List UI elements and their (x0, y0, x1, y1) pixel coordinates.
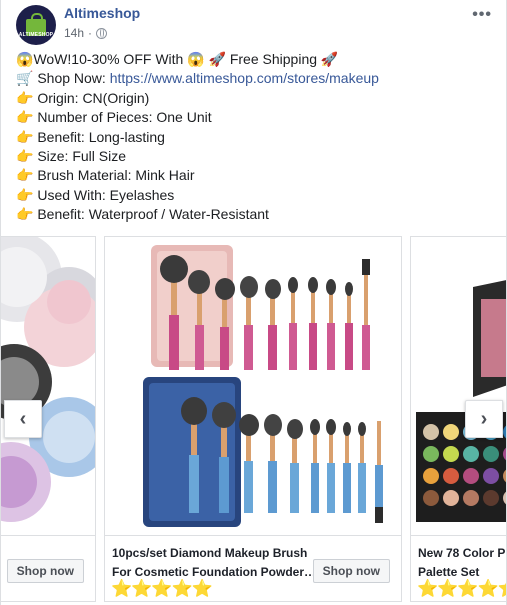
page-name[interactable]: Altimeshop (64, 5, 140, 21)
meta-separator: · (88, 26, 93, 40)
shop-link[interactable]: https://www.altimeshop.com/stores/makeup (110, 70, 379, 86)
chevron-left-icon[interactable]: ‹ (4, 400, 42, 438)
post-line-headline: 😱WoW!10-30% OFF With 😱 🚀 Free Shipping 🚀 (16, 51, 339, 67)
product-card-brushes[interactable]: 10pcs/set Diamond Makeup Brush For Cosme… (104, 236, 402, 602)
product-image-brushes[interactable] (105, 237, 401, 535)
globe-icon[interactable] (96, 27, 108, 39)
product-footer-brushes: 10pcs/set Diamond Makeup Brush For Cosme… (105, 535, 401, 603)
product-title-palette-line1: New 78 Color Pr (418, 546, 506, 560)
post-meta: 14h · (64, 26, 108, 40)
avatar-brand-text: ALTIMESHOP (18, 32, 54, 38)
product-carousel: Shop now 10pcs/set Diamond Makeup Brush … (1, 236, 506, 604)
post-line-benefit-2: 👉 Benefit: Waterproof / Water-Resistant (16, 206, 269, 223)
post-line-pieces: 👉 Number of Pieces: One Unit (16, 109, 212, 126)
shop-now-button-nails[interactable]: Shop now (6, 559, 84, 583)
post-line-benefit: 👉 Benefit: Long-lasting (16, 128, 165, 145)
post-line-origin: 👉 Origin: CN(Origin) (16, 89, 150, 106)
chevron-right-icon[interactable]: › (465, 400, 503, 438)
post-line-size: 👉 Size: Full Size (16, 148, 127, 165)
product-image-nails[interactable] (1, 237, 95, 535)
shop-now-button-brushes[interactable]: Shop now (312, 559, 390, 583)
product-title-brushes-line1: 10pcs/set Diamond Makeup Brush (112, 546, 308, 560)
rating-stars-brushes: ⭐⭐⭐⭐⭐ (111, 579, 213, 598)
facebook-post: ALTIMESHOP Altimeshop 14h · ••• 😱WoW!10-… (0, 0, 507, 605)
product-image-palette[interactable] (411, 237, 506, 535)
page-avatar[interactable]: ALTIMESHOP (16, 5, 56, 45)
post-text: 😱WoW!10-30% OFF With 😱 🚀 Free Shipping 🚀… (16, 50, 496, 225)
product-footer-nails: Shop now (1, 535, 95, 603)
post-line-shop-now: 🛒 Shop Now: https://www.altimeshop.com/s… (16, 70, 379, 87)
post-line-used-with: 👉 Used With: Eyelashes (16, 186, 175, 203)
product-footer-palette: New 78 Color Pr Palette Set ⭐⭐⭐⭐⭐ (411, 535, 506, 603)
post-line-material: 👉 Brush Material: Mink Hair (16, 167, 195, 184)
rating-stars-palette: ⭐⭐⭐⭐⭐ (417, 579, 506, 598)
post-time[interactable]: 14h (64, 26, 84, 40)
more-options-icon[interactable]: ••• (472, 6, 492, 24)
